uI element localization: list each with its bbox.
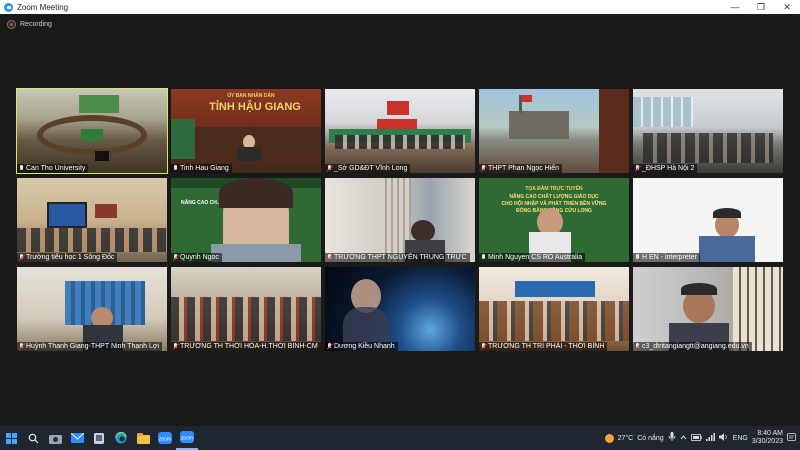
participant-name-label: Trường tiểu học 1 Sông Đốc	[17, 253, 118, 262]
video-feed: NÂNG CAO CH...	[171, 178, 321, 262]
video-feed	[325, 89, 475, 173]
microphone-icon	[481, 254, 486, 261]
participant-name-label: Dương Kiều Nhanh	[325, 342, 398, 351]
microphone-muted-icon	[327, 165, 332, 172]
taskbar-clock[interactable]: 8:40 AM 3/30/2023	[752, 430, 783, 446]
microphone-muted-icon	[327, 254, 332, 261]
file-explorer-icon[interactable]	[132, 426, 154, 450]
microphone-muted-icon	[327, 343, 332, 350]
microphone-icon	[19, 165, 24, 172]
microphone-muted-icon	[481, 165, 486, 172]
video-feed	[17, 267, 167, 351]
video-tile[interactable]: ỦY BAN NHÂN DÂN TỈNH HẬU GIANG Tinh Hau …	[171, 89, 321, 173]
video-tile[interactable]: TRƯỜNG TH TRÍ PHẢI - THỚI BÌNH	[479, 267, 629, 351]
input-language[interactable]: ENG	[733, 435, 748, 442]
video-feed	[171, 267, 321, 351]
svg-text:zoom: zoom	[181, 436, 193, 442]
tray-volume-icon[interactable]	[718, 433, 729, 443]
video-feed	[325, 178, 475, 262]
recording-label: Recording	[20, 21, 52, 28]
weather-temperature[interactable]: 27°C	[618, 435, 634, 442]
edge-browser-icon[interactable]	[110, 426, 132, 450]
windows-taskbar: zoom zoom 27°C Có nắng ENG 8:40 AM 3/30/…	[0, 426, 800, 450]
participant-name-label: TRƯỜNG TH THỚI HÒA-H.THỚI BÌNH-CM	[171, 342, 321, 351]
microphone-icon	[173, 165, 178, 172]
participant-name-label: THPT Phan Ngọc Hiển	[479, 164, 563, 173]
zoom-taskbar-icon[interactable]: zoom	[154, 426, 176, 450]
video-tile[interactable]: Trường tiểu học 1 Sông Đốc	[17, 178, 167, 262]
microphone-muted-icon	[635, 165, 640, 172]
microphone-muted-icon	[173, 343, 178, 350]
video-tile[interactable]: NÂNG CAO CH... Quynh Ngoc	[171, 178, 321, 262]
restore-button[interactable]: ❐	[748, 0, 774, 14]
tray-chevron-icon[interactable]	[680, 434, 687, 443]
weather-sun-icon[interactable]	[604, 433, 614, 443]
video-tile[interactable]: TRƯỜNG THPT NGUYỄN TRUNG TRỰC	[325, 178, 475, 262]
close-button[interactable]: ✕	[774, 0, 800, 14]
participant-name-label: Tinh Hau Giang	[171, 164, 232, 173]
video-feed	[633, 267, 783, 351]
participant-name-label: Quynh Ngoc	[171, 253, 222, 262]
microphone-icon	[635, 254, 640, 261]
video-tile[interactable]: H EN - interpreter	[633, 178, 783, 262]
video-tile[interactable]: _Sở GD&ĐT Vĩnh Long	[325, 89, 475, 173]
tray-battery-icon[interactable]	[690, 433, 702, 443]
recording-icon	[7, 20, 16, 29]
video-tile[interactable]: _ĐHSP Hà Nội 2	[633, 89, 783, 173]
window-title-bar: Zoom Meeting — ❐ ✕	[0, 0, 800, 14]
video-tile[interactable]: TỌA ĐÀM TRỰC TUYẾN NÂNG CAO CHẤT LƯỢNG G…	[479, 178, 629, 262]
participant-name-label: H EN - interpreter	[633, 253, 700, 262]
weather-condition[interactable]: Có nắng	[637, 435, 663, 442]
zoom-meeting-taskbar-icon[interactable]: zoom	[176, 426, 198, 450]
microphone-muted-icon	[635, 343, 640, 350]
video-tile[interactable]: THPT Phan Ngọc Hiển	[479, 89, 629, 173]
svg-text:zoom: zoom	[159, 437, 171, 443]
microphone-muted-icon	[19, 254, 24, 261]
tray-mic-icon[interactable]	[668, 432, 676, 444]
video-tile[interactable]: TRƯỜNG TH THỚI HÒA-H.THỚI BÌNH-CM	[171, 267, 321, 351]
participant-name-label: _Sở GD&ĐT Vĩnh Long	[325, 164, 411, 173]
tablet-app-icon[interactable]	[88, 426, 110, 450]
video-feed: ỦY BAN NHÂN DÂN TỈNH HẬU GIANG	[171, 89, 321, 173]
video-tile[interactable]: Huỳnh Thanh Giang-THPT Ninh Thạnh Lợi	[17, 267, 167, 351]
participant-name-label: c3_dtritangiangtt@angiang.edu.vn	[633, 342, 752, 351]
video-grid: Can Tho University ỦY BAN NHÂN DÂN TỈNH …	[16, 88, 783, 351]
video-feed	[479, 267, 629, 351]
tray-network-icon[interactable]	[705, 433, 715, 443]
minimize-button[interactable]: —	[722, 0, 748, 14]
notification-icon[interactable]	[787, 432, 796, 444]
video-feed	[633, 178, 783, 262]
microphone-muted-icon	[19, 343, 24, 350]
participant-name-label: TRƯỜNG TH TRÍ PHẢI - THỚI BÌNH	[479, 342, 608, 351]
video-tile[interactable]: Dương Kiều Nhanh	[325, 267, 475, 351]
mail-app-icon[interactable]	[66, 426, 88, 450]
clock-date: 3/30/2023	[751, 438, 783, 445]
participant-name-label: Huỳnh Thanh Giang-THPT Ninh Thạnh Lợi	[17, 342, 162, 351]
participant-name-label: Can Tho University	[17, 164, 89, 173]
zoom-app-icon	[4, 2, 13, 12]
participant-name-label: Minh Nguyen CS RO Australia	[479, 253, 586, 262]
video-tile[interactable]: c3_dtritangiangtt@angiang.edu.vn	[633, 267, 783, 351]
search-icon[interactable]	[22, 426, 44, 450]
microphone-muted-icon	[173, 254, 178, 261]
system-tray: 27°C Có nắng ENG 8:40 AM 3/30/2023	[604, 426, 800, 450]
windows-start-icon[interactable]	[0, 426, 22, 450]
microphone-muted-icon	[481, 343, 486, 350]
video-feed: TỌA ĐÀM TRỰC TUYẾN NÂNG CAO CHẤT LƯỢNG G…	[479, 178, 629, 262]
clock-time: 8:40 AM	[757, 430, 783, 437]
video-tile[interactable]: Can Tho University	[16, 88, 168, 174]
participant-name-label: _ĐHSP Hà Nội 2	[633, 164, 698, 173]
video-feed	[17, 178, 167, 262]
video-feed	[479, 89, 629, 173]
window-title: Zoom Meeting	[17, 2, 69, 12]
video-feed	[325, 267, 475, 351]
participant-name-label: TRƯỜNG THPT NGUYỄN TRUNG TRỰC	[325, 253, 470, 262]
recording-indicator[interactable]: Recording	[7, 20, 52, 29]
video-feed	[17, 89, 167, 173]
camera-app-icon[interactable]	[44, 426, 66, 450]
video-feed	[633, 89, 783, 173]
